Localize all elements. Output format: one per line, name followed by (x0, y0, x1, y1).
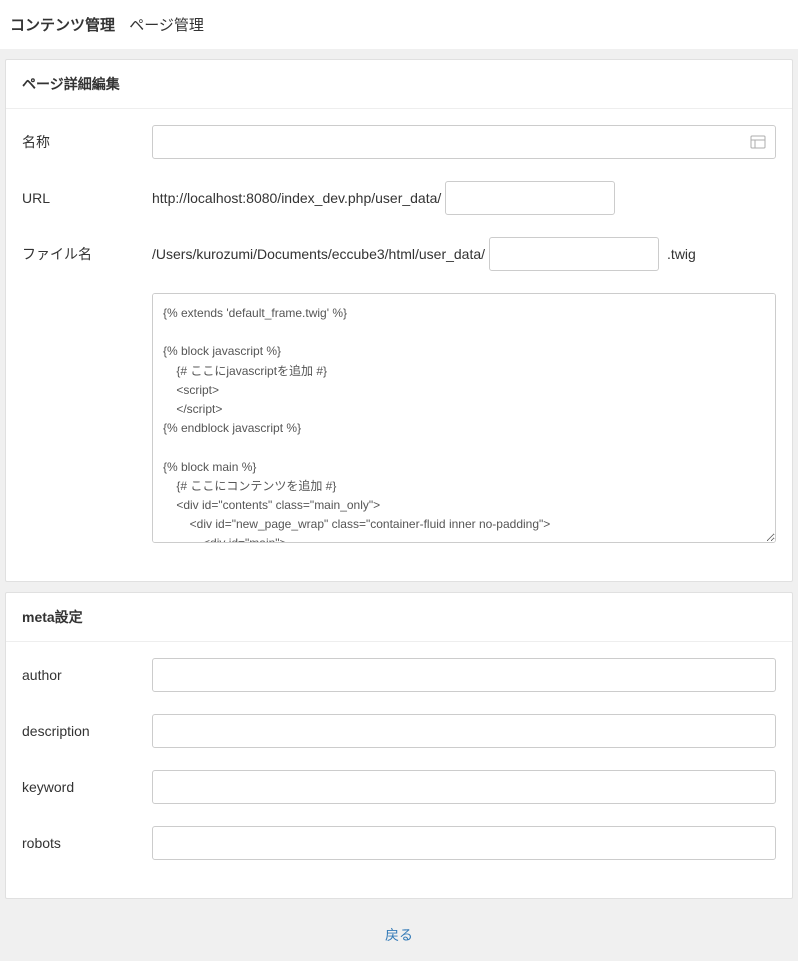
label-description: description (22, 723, 152, 739)
header-sub-title: ページ管理 (129, 17, 204, 34)
row-robots: robots (22, 826, 776, 860)
url-input[interactable] (445, 181, 615, 215)
tpl-data-textarea[interactable] (152, 293, 776, 543)
label-name: 名称 (22, 132, 152, 152)
label-author: author (22, 667, 152, 683)
form-icon (750, 134, 766, 150)
label-robots: robots (22, 835, 152, 851)
header-main-title: コンテンツ管理 (10, 17, 115, 34)
row-name: 名称 (22, 125, 776, 159)
page-detail-title: ページ詳細編集 (6, 60, 792, 109)
name-input[interactable] (152, 125, 776, 159)
row-description: description (22, 714, 776, 748)
file-name-prefix: /Users/kurozumi/Documents/eccube3/html/u… (152, 246, 485, 262)
label-url: URL (22, 190, 152, 206)
label-file-name: ファイル名 (22, 244, 152, 264)
row-file-name: ファイル名 /Users/kurozumi/Documents/eccube3/… (22, 237, 776, 271)
row-author: author (22, 658, 776, 692)
meta-panel-title: meta設定 (6, 593, 792, 642)
page-detail-panel: ページ詳細編集 名称 URL ht (5, 59, 793, 582)
label-keyword: keyword (22, 779, 152, 795)
description-input[interactable] (152, 714, 776, 748)
back-link[interactable]: 戻る (385, 927, 413, 943)
keyword-input[interactable] (152, 770, 776, 804)
robots-input[interactable] (152, 826, 776, 860)
row-tpl-data (22, 293, 776, 543)
file-name-suffix: .twig (667, 246, 696, 262)
footer: 戻る (0, 909, 798, 961)
url-prefix: http://localhost:8080/index_dev.php/user… (152, 190, 441, 206)
author-input[interactable] (152, 658, 776, 692)
file-name-input[interactable] (489, 237, 659, 271)
meta-panel-body: author description keyword robots (6, 642, 792, 898)
row-keyword: keyword (22, 770, 776, 804)
row-url: URL http://localhost:8080/index_dev.php/… (22, 181, 776, 215)
page-detail-body: 名称 URL http://localhost:8080/ind (6, 109, 792, 581)
page-header: コンテンツ管理 ページ管理 (0, 0, 798, 49)
meta-panel: meta設定 author description keyword robots (5, 592, 793, 899)
